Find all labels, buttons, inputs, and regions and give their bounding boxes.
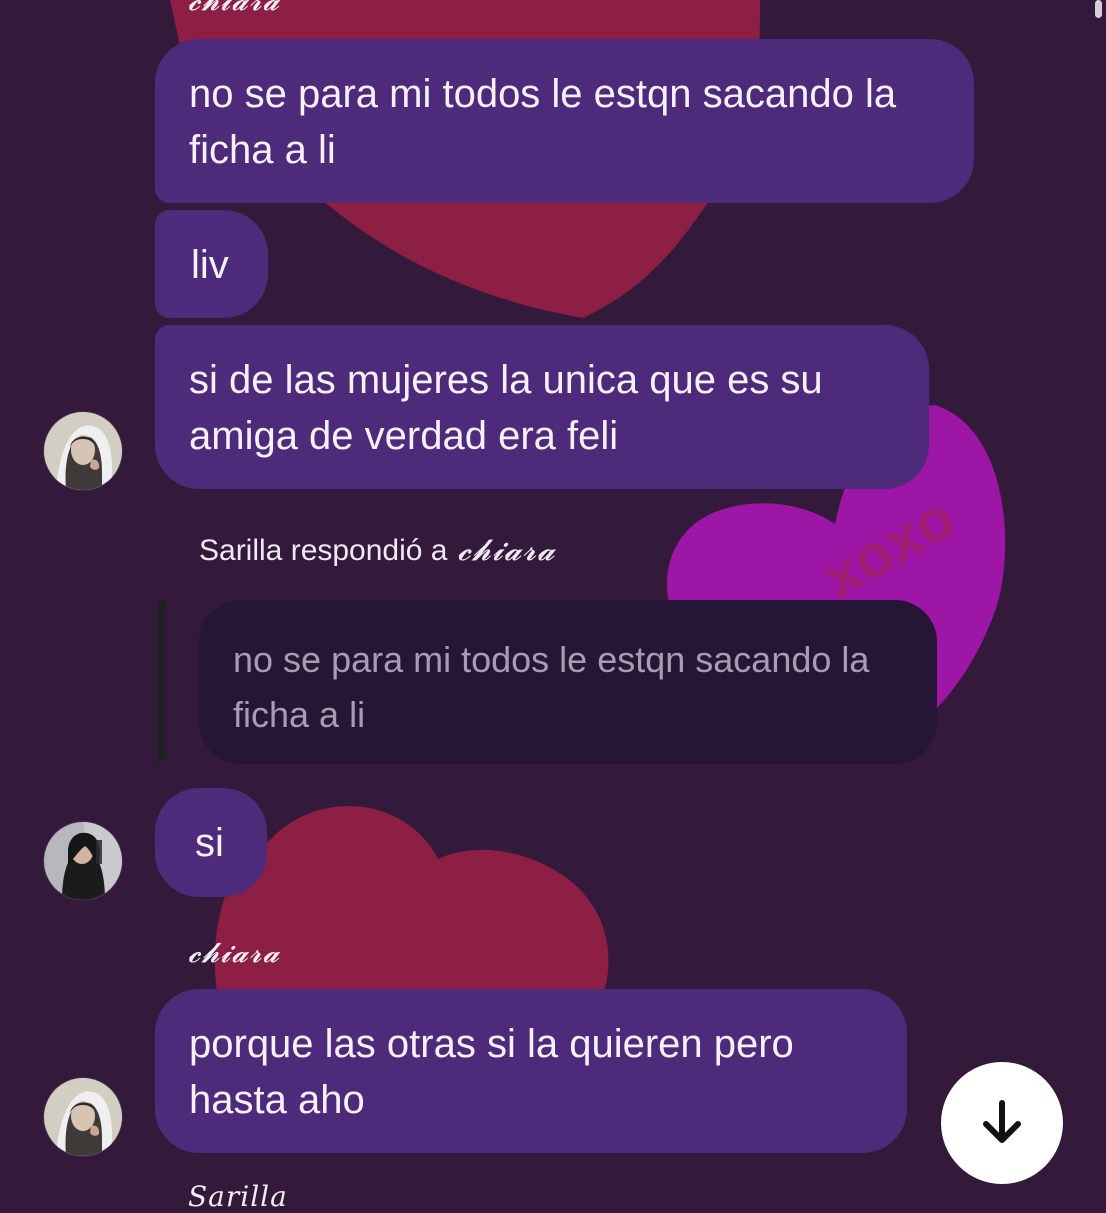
avatar-chiara-2-image <box>44 1078 122 1156</box>
avatar-sarilla-image <box>44 822 122 900</box>
avatar-chiara-2[interactable] <box>43 1077 123 1157</box>
message-text-3: si de las mujeres la unica que es su ami… <box>189 358 823 458</box>
message-bubble-1: no se para mi todos le estqn sacando la … <box>155 39 974 203</box>
sender-name-second: 𝓬𝓱𝓲𝓪𝓻𝓪 <box>188 936 281 969</box>
quoted-message-text: no se para mi todos le estqn sacando la … <box>233 639 870 735</box>
avatar-chiara-1[interactable] <box>43 411 123 491</box>
scroll-down-button[interactable] <box>941 1062 1063 1184</box>
message-text-2: liv <box>191 243 229 287</box>
reply-bubble: si <box>155 788 267 897</box>
avatar-chiara-1-image <box>44 412 122 490</box>
reply-text: si <box>195 821 224 865</box>
message-text-1: no se para mi todos le estqn sacando la … <box>189 72 897 172</box>
avatar-sarilla[interactable] <box>43 821 123 901</box>
reply-header-name: 𝓬𝓱𝓲𝓪𝓻𝓪 <box>457 533 556 568</box>
scrollbar-thumb[interactable] <box>1095 0 1102 18</box>
quoted-message-bubble[interactable]: no se para mi todos le estqn sacando la … <box>199 600 937 764</box>
reply-quote-bar <box>157 600 165 762</box>
sender-name-bottom: Sarilla <box>188 1180 288 1213</box>
message-text-4: porque las otras si la quieren pero hast… <box>189 1022 794 1122</box>
sender-name-top: 𝓬𝓱𝓲𝓪𝓻𝓪 <box>188 0 281 17</box>
reply-header-prefix: Sarilla respondió a <box>199 534 448 567</box>
reply-header: Sarilla respondió a 𝓬𝓱𝓲𝓪𝓻𝓪 <box>199 536 556 566</box>
arrow-down-icon <box>983 1100 1021 1143</box>
message-bubble-3: si de las mujeres la unica que es su ami… <box>155 325 929 489</box>
message-bubble-4: porque las otras si la quieren pero hast… <box>155 989 907 1153</box>
message-bubble-2: liv <box>155 210 268 318</box>
